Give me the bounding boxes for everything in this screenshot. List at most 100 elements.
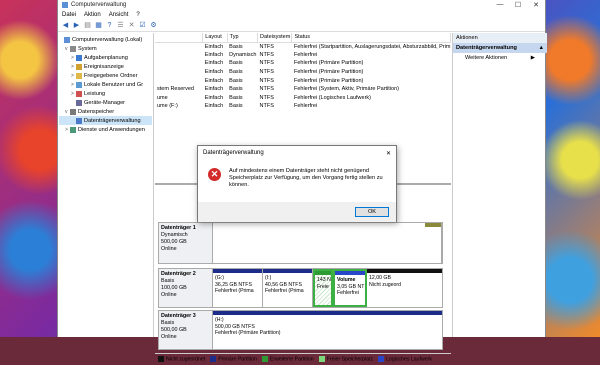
ok-button[interactable]: OK xyxy=(355,207,389,217)
unallocated-size: 12,00 GB xyxy=(369,275,391,281)
menu-ansicht[interactable]: Ansicht xyxy=(109,12,129,18)
list-icon[interactable]: ☰ xyxy=(116,21,125,30)
disk-3[interactable]: Datenträger 3 Basis 500,00 GB Online (H:… xyxy=(158,310,443,350)
tree-item[interactable]: > Ereignisanzeige xyxy=(59,62,152,71)
partition-g[interactable]: (G:) 36,25 GB NTFS Fehlerfrei (Prima xyxy=(213,269,263,307)
column-type[interactable]: Typ xyxy=(227,33,259,43)
up-folder-icon[interactable]: ▤ xyxy=(83,21,92,30)
tree-item[interactable]: > Lokale Benutzer und Gr xyxy=(59,80,152,89)
partition-h[interactable]: (H:) 500,00 GB NTFS Fehlerfrei (Primäre … xyxy=(213,311,442,349)
unallocated-partition[interactable]: 12,00 GB Nicht zugeord xyxy=(367,269,442,307)
partition-i-size: 40,56 GB NTFS xyxy=(265,281,302,288)
disk-1-name: Datenträger 1 xyxy=(161,225,196,231)
table-cell: Einfach xyxy=(204,51,224,58)
tree-item[interactable]: Computerverwaltung (Lokal) xyxy=(59,35,152,44)
tree-item-label: System xyxy=(78,45,97,52)
free-space-status: Freie xyxy=(317,283,329,290)
disk-1-partition[interactable] xyxy=(213,223,442,263)
actions-section[interactable]: Datenträgerverwaltung ▲ xyxy=(453,43,547,53)
legend-swatch xyxy=(318,356,325,363)
dialog-title-bar: Datenträgerverwaltung ✕ xyxy=(198,146,396,160)
tree-item-label: Leistung xyxy=(84,90,106,97)
back-icon[interactable]: ◀ xyxy=(61,21,70,30)
settings-icon[interactable]: ⚙ xyxy=(149,21,158,30)
disk-2[interactable]: Datenträger 2 Basis 100,00 GB Online (G:… xyxy=(158,268,443,308)
close-button[interactable]: ✕ xyxy=(527,1,545,9)
checklist-icon[interactable]: ☑ xyxy=(138,21,147,30)
dialog-title: Datenträgerverwaltung xyxy=(203,150,264,156)
tree-item[interactable]: Geräte-Manager xyxy=(59,98,152,107)
legend-item: Nicht zugeordnet xyxy=(158,356,206,363)
minimize-button[interactable]: — xyxy=(491,1,509,9)
legend-swatch xyxy=(261,356,268,363)
table-row[interactable]: Einfach Basis NTFS Fehlerfrei (Primäre Part… xyxy=(155,76,451,85)
partition-h-status: Fehlerfrei (Primäre Partition) xyxy=(215,330,281,337)
table-cell xyxy=(155,68,203,77)
table-cell: Dynamisch xyxy=(229,51,257,58)
table-cell: Basis xyxy=(229,77,243,84)
disk-1-status: Online xyxy=(161,246,177,252)
legend-label: Erweiterte Partition xyxy=(269,356,314,363)
tree-item[interactable]: > Freigegebene Ordner xyxy=(59,71,152,80)
tree-item-label: Aufgabenplanung xyxy=(84,54,128,61)
disk-2-name: Datenträger 2 xyxy=(161,271,196,277)
column-layout[interactable]: Layout xyxy=(202,33,228,43)
menu-help[interactable]: ? xyxy=(136,12,139,18)
table-row[interactable]: ume Einfach Basis NTFS Fehlerfrei (Logisches… xyxy=(155,94,451,103)
free-space-partition[interactable]: 143 N Freie xyxy=(313,269,333,307)
error-icon: ✕ xyxy=(208,168,221,181)
tree-item[interactable]: v Datenspeicher xyxy=(59,107,152,116)
table-cell: Fehlerfrei (Primäre Partition) xyxy=(293,77,364,84)
more-actions[interactable]: Weitere Aktionen ▶ xyxy=(453,53,547,63)
tree-item[interactable]: > Aufgabenplanung xyxy=(59,53,152,62)
disk-2-status: Online xyxy=(161,292,177,298)
table-cell: Einfach xyxy=(204,94,224,101)
forward-icon[interactable]: ▶ xyxy=(72,21,81,30)
toolbar: ◀ ▶ ▤ ▦ ? ☰ ✕ ☑ ⚙ xyxy=(58,20,545,32)
column-volume[interactable] xyxy=(155,33,204,43)
legend-label: Nicht zugeordnet xyxy=(166,356,206,363)
logical-volume-partition[interactable]: Volume 3,05 GB NT Fehlerfrei xyxy=(333,269,367,307)
delete-icon[interactable]: ✕ xyxy=(127,21,136,30)
disk-1-partitions xyxy=(213,222,443,264)
properties-icon[interactable]: ▦ xyxy=(94,21,103,30)
maximize-button[interactable]: ☐ xyxy=(509,1,527,9)
help-icon[interactable]: ? xyxy=(105,21,114,30)
disk-2-size: 100,00 GB xyxy=(161,285,187,291)
device-icon xyxy=(76,99,82,106)
partition-h-letter: (H:) xyxy=(215,317,224,323)
tree-item[interactable]: v System xyxy=(59,44,152,53)
tree-item[interactable]: > Dienste und Anwendungen xyxy=(59,125,152,134)
legend-item: Erweiterte Partition xyxy=(261,356,314,363)
table-row[interactable]: Einfach Basis NTFS Fehlerfrei (Primäre Part… xyxy=(155,59,451,68)
disk-1[interactable]: Datenträger 1 Dynamisch 500,00 GB Online xyxy=(158,222,443,264)
disk-2-label: Datenträger 2 Basis 100,00 GB Online xyxy=(158,268,213,308)
table-cell xyxy=(155,51,203,60)
performance-icon xyxy=(76,90,82,97)
legend-swatch xyxy=(378,356,385,363)
table-cell xyxy=(155,59,203,68)
table-row[interactable]: ume (F:) Einfach Basis NTFS Fehlerfrei xyxy=(155,102,451,111)
partition-i[interactable]: (I:) 40,56 GB NTFS Fehlerfrei (Prima xyxy=(263,269,313,307)
table-row[interactable]: Einfach Basis NTFS Fehlerfrei (Startpartiti… xyxy=(155,42,451,51)
legend-label: Primäre Partition xyxy=(218,356,257,363)
partition-i-status: Fehlerfrei (Prima xyxy=(265,288,304,295)
table-cell: Fehlerfrei xyxy=(293,51,318,58)
table-cell xyxy=(155,42,203,51)
table-row[interactable]: stem Reserved Einfach Basis NTFS Fehlerfrei … xyxy=(155,85,451,94)
table-cell xyxy=(155,76,203,85)
collapse-icon[interactable]: ▲ xyxy=(538,45,544,51)
tree-item[interactable]: > Leistung xyxy=(59,89,152,98)
column-filesystem[interactable]: Dateisystem xyxy=(257,33,293,43)
unallocated-status: Nicht zugeord xyxy=(369,281,402,288)
table-cell: ume (F:) xyxy=(157,103,178,110)
column-status[interactable]: Status xyxy=(291,33,451,43)
menu-datei[interactable]: Datei xyxy=(62,12,76,18)
menu-aktion[interactable]: Aktion xyxy=(84,12,101,18)
tree-item-label: Freigegebene Ordner xyxy=(84,72,138,79)
table-row[interactable]: Einfach Basis NTFS Fehlerfrei (Primäre Part… xyxy=(155,68,451,77)
dialog-close-button[interactable]: ✕ xyxy=(386,150,391,157)
tree-item[interactable]: Datenträgerverwaltung xyxy=(59,116,152,125)
table-row[interactable]: Einfach Dynamisch NTFS Fehlerfrei xyxy=(155,51,451,60)
table-cell: Einfach xyxy=(204,69,224,76)
